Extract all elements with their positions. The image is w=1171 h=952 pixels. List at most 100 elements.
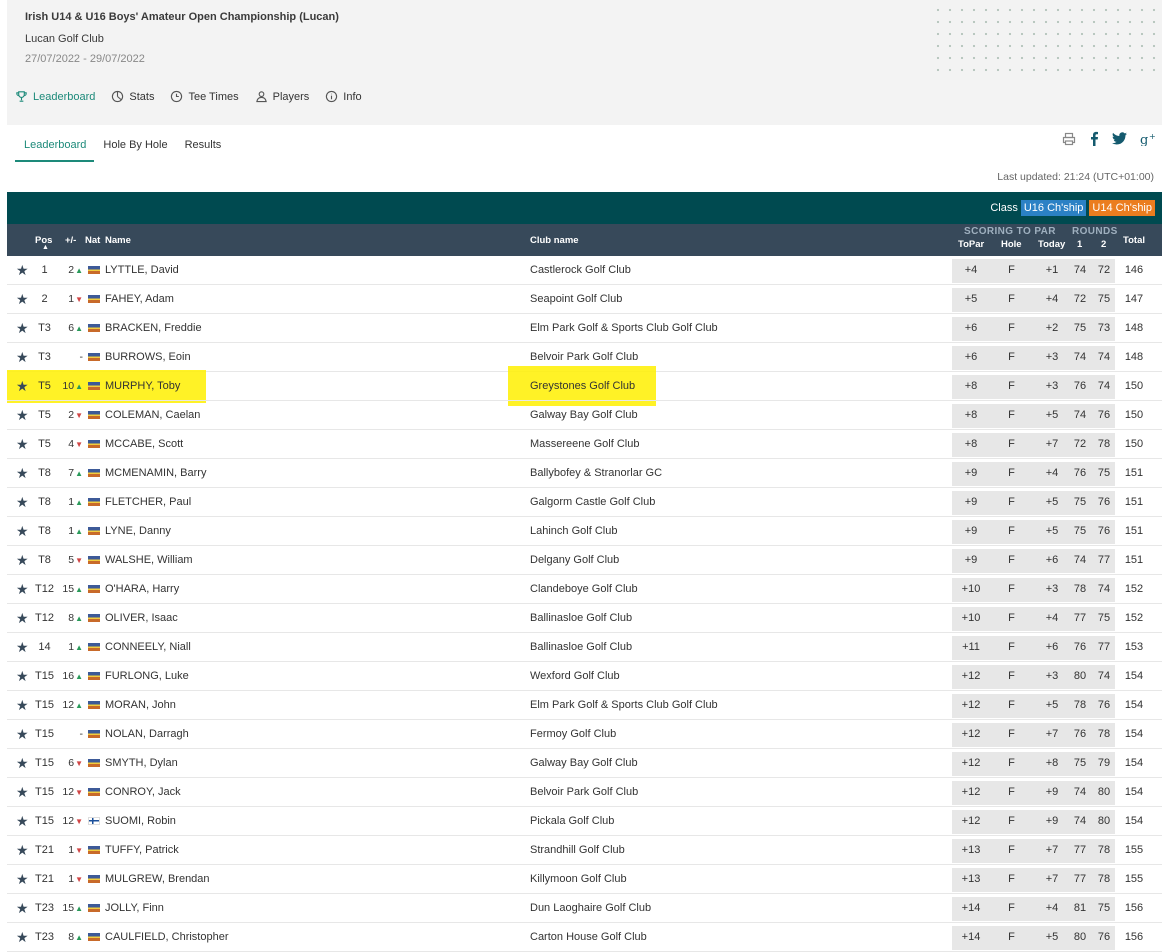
star-icon[interactable]: ★ [16,900,29,917]
player-name[interactable]: WALSHE, William [105,554,193,566]
player-name[interactable]: OLIVER, Isaac [105,612,178,624]
col-move[interactable]: +/- [65,235,76,246]
star-icon[interactable]: ★ [16,320,29,337]
nav-stats[interactable]: Stats [111,90,154,103]
table-row[interactable]: ★ T21 1▼ MULGREW, Brendan Killymoon Golf Clu… [7,865,1162,894]
col-round2[interactable]: 2 [1101,239,1106,250]
col-topar[interactable]: ToPar [958,239,984,250]
player-name[interactable]: FLETCHER, Paul [105,496,191,508]
table-row[interactable]: ★ T5 4▼ MCCABE, Scott Massereene Golf Club +8… [7,430,1162,459]
facebook-icon[interactable] [1089,131,1099,146]
star-icon[interactable]: ★ [16,610,29,627]
star-icon[interactable]: ★ [16,552,29,569]
tab-leaderboard[interactable]: Leaderboard [15,136,95,162]
table-row[interactable]: ★ T8 5▼ WALSHE, William Delgany Golf Club +9 F… [7,546,1162,575]
star-icon[interactable]: ★ [16,697,29,714]
table-row[interactable]: ★ 1 2▲ LYTTLE, David Castlerock Golf Club +4 F… [7,256,1162,285]
table-row[interactable]: ★ T5 10▲ MURPHY, Toby Greystones Golf Club +8… [7,372,1162,401]
table-row[interactable]: ★ 2 1▼ FAHEY, Adam Seapoint Golf Club +5 F +4 72… [7,285,1162,314]
col-hole[interactable]: Hole [1001,239,1022,250]
movement: 5▼ [59,554,83,566]
to-par: +9 [964,525,978,537]
col-nat[interactable]: Nat [85,235,100,246]
table-row[interactable]: ★ T15 12▼ SUOMI, Robin Pickala Golf Club +12 F… [7,807,1162,836]
player-name[interactable]: MCCABE, Scott [105,438,183,450]
table-row[interactable]: ★ T12 8▲ OLIVER, Isaac Ballinasloe Golf Club… [7,604,1162,633]
nav-leaderboard[interactable]: Leaderboard [15,90,95,103]
star-icon[interactable]: ★ [16,407,29,424]
player-name[interactable]: MORAN, John [105,699,176,711]
star-icon[interactable]: ★ [16,813,29,830]
table-row[interactable]: ★ T15 12▲ MORAN, John Elm Park Golf & Sports… [7,691,1162,720]
star-icon[interactable]: ★ [16,784,29,801]
tab-hole-by-hole[interactable]: Hole By Hole [94,136,175,162]
player-name[interactable]: FAHEY, Adam [105,293,174,305]
table-row[interactable]: ★ T12 15▲ O'HARA, Harry Clandeboye Golf Club… [7,575,1162,604]
google-plus-icon[interactable]: g + [1140,132,1156,146]
star-icon[interactable]: ★ [16,262,29,279]
star-icon[interactable]: ★ [16,871,29,888]
star-icon[interactable]: ★ [16,755,29,772]
table-row[interactable]: ★ T5 2▼ COLEMAN, Caelan Galway Bay Golf Club… [7,401,1162,430]
col-club[interactable]: Club name [530,235,579,246]
player-name[interactable]: LYNE, Danny [105,525,171,537]
col-name[interactable]: Name [105,235,131,246]
player-name[interactable]: CAULFIELD, Christopher [105,931,229,943]
nav-info[interactable]: Info [325,90,362,103]
player-name[interactable]: CONNEELY, Niall [105,641,191,653]
star-icon[interactable]: ★ [16,639,29,656]
player-name[interactable]: COLEMAN, Caelan [105,409,200,421]
table-row[interactable]: ★ T15 - NOLAN, Darragh Fermoy Golf Club +12 F +… [7,720,1162,749]
player-name[interactable]: FURLONG, Luke [105,670,189,682]
player-name[interactable]: O'HARA, Harry [105,583,179,595]
tab-results[interactable]: Results [176,136,230,162]
table-row[interactable]: ★ T15 6▼ SMYTH, Dylan Galway Bay Golf Club +1… [7,749,1162,778]
nav-tee-times[interactable]: Tee Times [170,90,239,103]
twitter-icon[interactable] [1112,132,1127,145]
class-badge-u16[interactable]: U16 Ch'ship [1020,200,1087,216]
to-par: +11 [962,641,980,653]
star-icon[interactable]: ★ [16,378,29,395]
star-icon[interactable]: ★ [16,523,29,540]
col-total[interactable]: Total [1123,235,1145,246]
player-name[interactable]: BRACKEN, Freddie [105,322,202,334]
player-name[interactable]: SMYTH, Dylan [105,757,178,769]
class-badge-u14[interactable]: U14 Ch'ship [1089,200,1155,216]
player-name[interactable]: SUOMI, Robin [105,815,176,827]
table-row[interactable]: ★ 14 1▲ CONNEELY, Niall Ballinasloe Golf Clu… [7,633,1162,662]
player-name[interactable]: TUFFY, Patrick [105,844,179,856]
star-icon[interactable]: ★ [16,842,29,859]
table-row[interactable]: ★ T23 8▲ CAULFIELD, Christopher Carton House… [7,923,1162,952]
table-row[interactable]: ★ T8 1▲ LYNE, Danny Lahinch Golf Club +9 F +5 75… [7,517,1162,546]
player-name[interactable]: MULGREW, Brendan [105,873,210,885]
table-row[interactable]: ★ T8 1▲ FLETCHER, Paul Galgorm Castle Golf C… [7,488,1162,517]
player-name[interactable]: LYTTLE, David [105,264,179,276]
star-icon[interactable]: ★ [16,494,29,511]
col-round1[interactable]: 1 [1077,239,1082,250]
player-name[interactable]: BURROWS, Eoin [105,351,191,363]
player-name[interactable]: MCMENAMIN, Barry [105,467,206,479]
nav-players[interactable]: Players [255,90,309,103]
table-row[interactable]: ★ T21 1▼ TUFFY, Patrick Strandhill Golf Club… [7,836,1162,865]
star-icon[interactable]: ★ [16,668,29,685]
player-name[interactable]: JOLLY, Finn [105,902,164,914]
star-icon[interactable]: ★ [16,581,29,598]
table-row[interactable]: ★ T23 15▲ JOLLY, Finn Dun Laoghaire Golf Clu… [7,894,1162,923]
table-row[interactable]: ★ T3 - BURROWS, Eoin Belvoir Park Golf Club +… [7,343,1162,372]
star-icon[interactable]: ★ [16,436,29,453]
round-1: 78 [1073,699,1087,711]
player-name[interactable]: CONROY, Jack [105,786,181,798]
table-row[interactable]: ★ T8 7▲ MCMENAMIN, Barry Ballybofey & Strano… [7,459,1162,488]
print-icon[interactable] [1062,132,1076,146]
player-name[interactable]: NOLAN, Darragh [105,728,189,740]
star-icon[interactable]: ★ [16,349,29,366]
star-icon[interactable]: ★ [16,465,29,482]
star-icon[interactable]: ★ [16,726,29,743]
player-name[interactable]: MURPHY, Toby [105,380,180,392]
table-row[interactable]: ★ T15 12▼ CONROY, Jack Belvoir Park Golf Clu… [7,778,1162,807]
table-row[interactable]: ★ T15 16▲ FURLONG, Luke Wexford Golf Club +12… [7,662,1162,691]
col-today[interactable]: Today [1038,239,1065,250]
star-icon[interactable]: ★ [16,291,29,308]
star-icon[interactable]: ★ [16,929,29,946]
table-row[interactable]: ★ T3 6▲ BRACKEN, Freddie Elm Park Golf & Spo… [7,314,1162,343]
